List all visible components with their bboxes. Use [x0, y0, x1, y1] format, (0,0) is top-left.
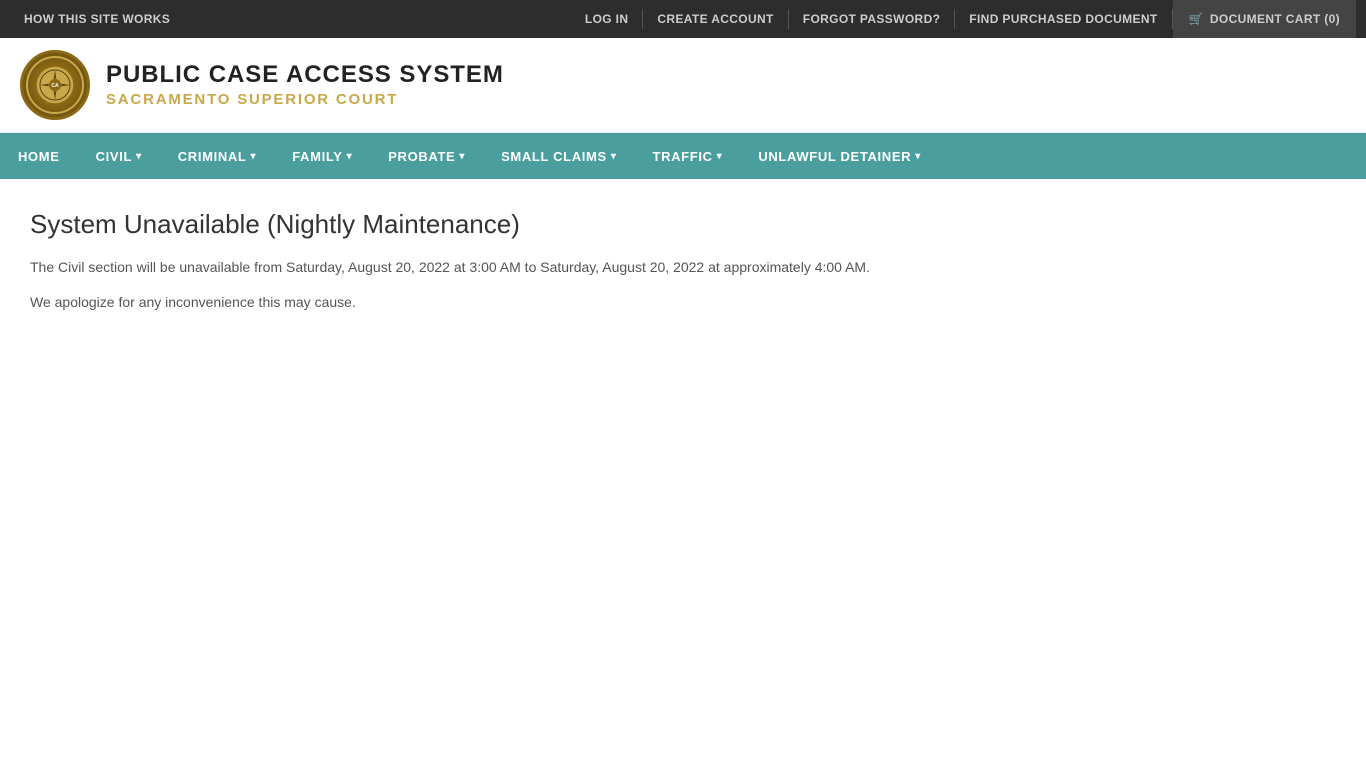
chevron-down-icon: ▾ — [347, 151, 353, 162]
cart-label: DOCUMENT CART (0) — [1210, 12, 1340, 26]
top-bar-right: LOG IN CREATE ACCOUNT FORGOT PASSWORD? F… — [571, 0, 1356, 38]
main-nav: HOMECIVIL▾CRIMINAL▾FAMILY▾PROBATE▾SMALL … — [0, 133, 1366, 179]
site-header: CA PUBLIC CASE ACCESS SYSTEM SACRAMENTO … — [0, 38, 1366, 133]
nav-item-home[interactable]: HOME — [0, 133, 78, 179]
site-subtitle: SACRAMENTO SUPERIOR COURT — [106, 91, 504, 108]
court-seal: CA — [20, 50, 90, 120]
nav-item-probate[interactable]: PROBATE ▾ — [370, 133, 483, 179]
nav-label: FAMILY — [292, 149, 342, 164]
nav-label: CRIMINAL — [178, 149, 247, 164]
find-document-link[interactable]: FIND PURCHASED DOCUMENT — [955, 0, 1171, 38]
nav-label: PROBATE — [388, 149, 455, 164]
nav-item-traffic[interactable]: TRAFFIC ▾ — [635, 133, 741, 179]
nav-label: TRAFFIC — [653, 149, 713, 164]
nav-label: CIVIL — [96, 149, 132, 164]
nav-item-small-claims[interactable]: SMALL CLAIMS ▾ — [483, 133, 634, 179]
top-bar-left: HOW THIS SITE WORKS — [10, 0, 184, 38]
site-title: PUBLIC CASE ACCESS SYSTEM — [106, 62, 504, 88]
chevron-down-icon: ▾ — [717, 151, 723, 162]
chevron-down-icon: ▾ — [136, 151, 142, 162]
seal-svg: CA — [34, 64, 76, 106]
log-in-link[interactable]: LOG IN — [571, 0, 643, 38]
cart-icon: 🛒 — [1189, 12, 1204, 26]
top-bar: HOW THIS SITE WORKS LOG IN CREATE ACCOUN… — [0, 0, 1366, 38]
nav-item-family[interactable]: FAMILY ▾ — [274, 133, 370, 179]
svg-text:CA: CA — [51, 83, 59, 89]
how-this-site-works-link[interactable]: HOW THIS SITE WORKS — [10, 0, 184, 38]
forgot-password-link[interactable]: FORGOT PASSWORD? — [789, 0, 955, 38]
create-account-link[interactable]: CREATE ACCOUNT — [643, 0, 787, 38]
header-text: PUBLIC CASE ACCESS SYSTEM SACRAMENTO SUP… — [106, 62, 504, 107]
nav-label: HOME — [18, 149, 60, 164]
maintenance-message-1: The Civil section will be unavailable fr… — [30, 256, 1170, 278]
nav-label: UNLAWFUL DETAINER — [758, 149, 911, 164]
chevron-down-icon: ▾ — [251, 151, 257, 162]
nav-item-unlawful-detainer[interactable]: UNLAWFUL DETAINER ▾ — [740, 133, 939, 179]
seal-inner: CA — [26, 56, 84, 114]
nav-item-civil[interactable]: CIVIL ▾ — [78, 133, 160, 179]
document-cart-link[interactable]: 🛒 DOCUMENT CART (0) — [1173, 0, 1356, 38]
chevron-down-icon: ▾ — [611, 151, 617, 162]
nav-label: SMALL CLAIMS — [501, 149, 607, 164]
page-title: System Unavailable (Nightly Maintenance) — [30, 209, 1170, 240]
main-content: System Unavailable (Nightly Maintenance)… — [0, 179, 1200, 355]
nav-item-criminal[interactable]: CRIMINAL ▾ — [160, 133, 274, 179]
chevron-down-icon: ▾ — [915, 151, 921, 162]
chevron-down-icon: ▾ — [459, 151, 465, 162]
maintenance-message-2: We apologize for any inconvenience this … — [30, 291, 1170, 313]
